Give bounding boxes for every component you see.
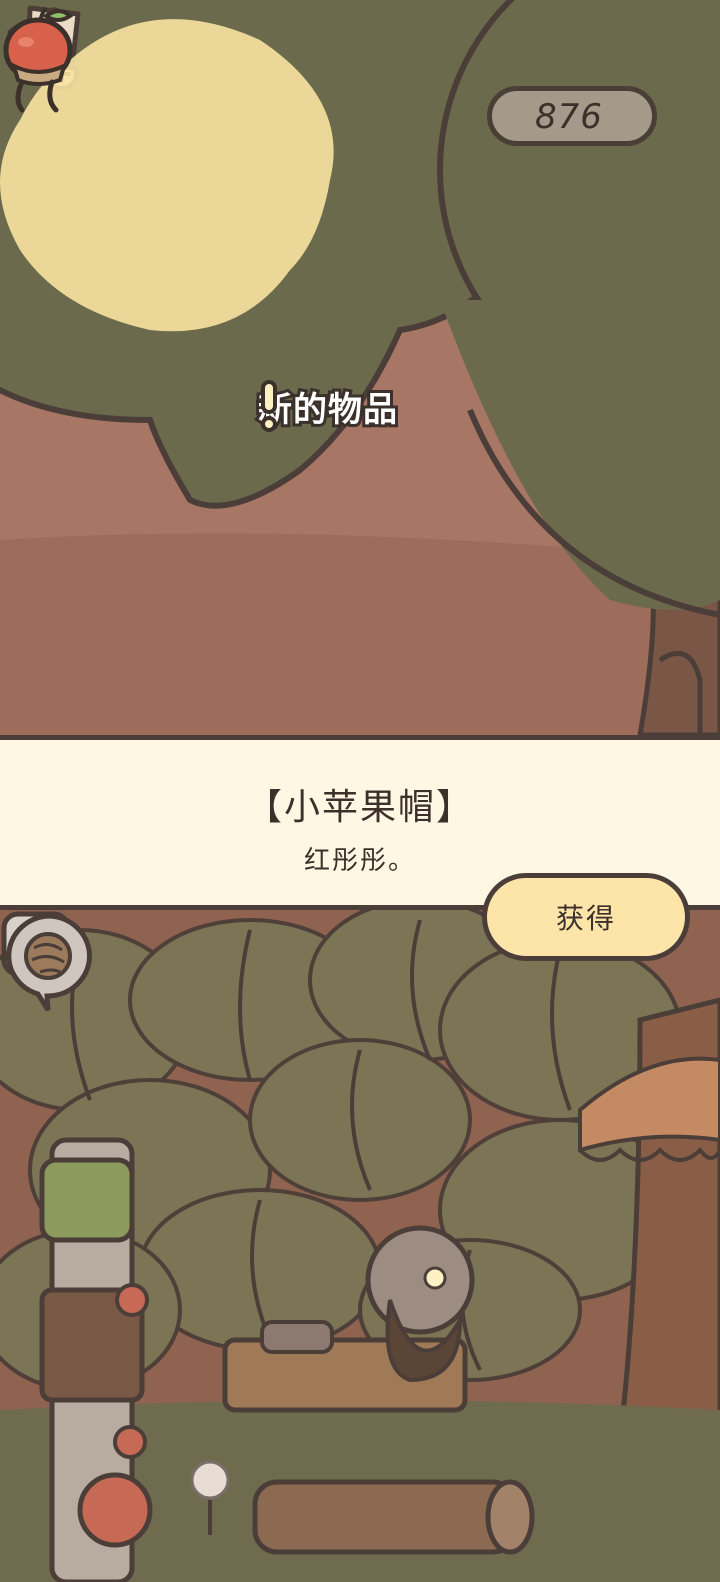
item-description: 红彤彤。 [303, 846, 416, 876]
item-title: 【小苹果帽】 [245, 787, 474, 828]
top-scene: 876 新的物品 [0, 0, 720, 735]
obtain-button[interactable]: 获得 [482, 873, 690, 961]
currency-value: 876 [535, 97, 603, 137]
exclamation-icon [261, 380, 277, 432]
game-screen: 876 新的物品 【小苹果帽】 红彤彤。 获得 [0, 0, 720, 1582]
bottom-scene [0, 910, 720, 1582]
apple-hat-icon [3, 6, 74, 113]
new-item-label: 新的物品 [255, 380, 400, 433]
yarn-ball-icon[interactable] [0, 910, 96, 1016]
forest-backdrop [0, 910, 720, 1582]
